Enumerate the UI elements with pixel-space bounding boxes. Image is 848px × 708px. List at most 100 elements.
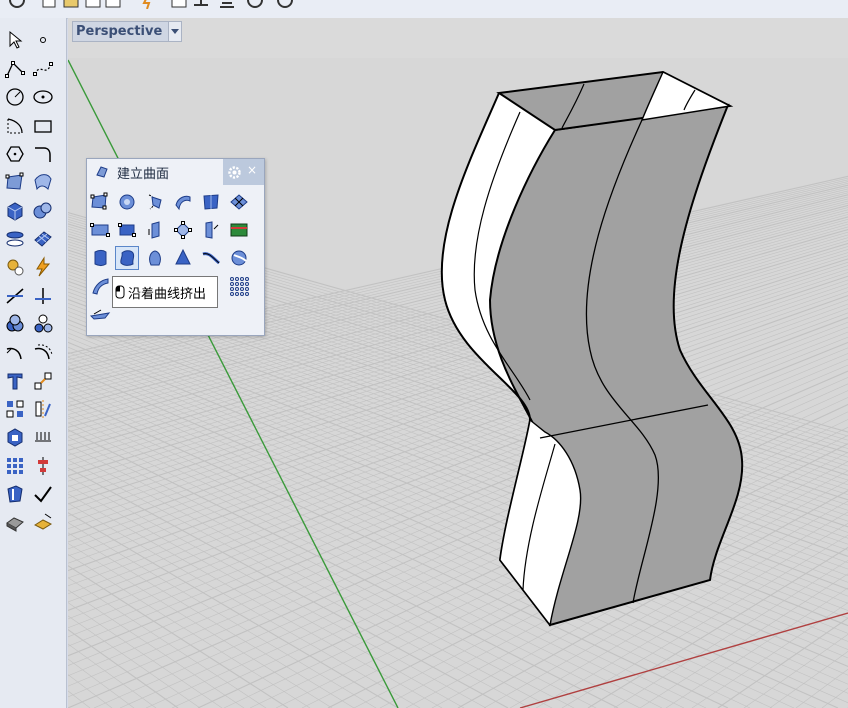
grid-line (68, 502, 421, 708)
rail-revolve-icon[interactable] (199, 246, 223, 270)
rectangle-icon[interactable] (31, 114, 55, 138)
boolean-union-icon[interactable] (3, 312, 27, 336)
sphere-icon[interactable] (31, 199, 55, 223)
edge-surface-icon[interactable] (171, 218, 195, 242)
point-icon[interactable] (31, 28, 55, 52)
split-surface-icon[interactable] (199, 218, 223, 242)
grid-line (68, 303, 848, 587)
rectangle-plane-icon[interactable] (115, 218, 139, 242)
grid-line (68, 331, 848, 638)
array-icon[interactable] (3, 397, 27, 421)
shell-icon[interactable] (3, 482, 27, 506)
render-icon[interactable] (3, 510, 27, 534)
viewport-tab[interactable]: Perspective (72, 21, 183, 42)
dimension-icon[interactable] (31, 425, 55, 449)
grid-line (68, 287, 848, 557)
history-icon[interactable] (8, 0, 26, 9)
panel-tab[interactable]: 建立曲面 (87, 159, 223, 185)
boat-surface-icon[interactable] (88, 302, 112, 326)
grid-line (68, 177, 848, 357)
panel-header[interactable]: 建立曲面 × (87, 159, 264, 185)
copy-icon[interactable] (192, 0, 210, 9)
select-arrow-icon[interactable] (3, 28, 27, 52)
lightning-tool-icon[interactable] (31, 255, 55, 279)
blend-surface-icon[interactable] (88, 274, 112, 298)
surface-patch-icon[interactable] (31, 170, 55, 194)
surface-from-curves-icon[interactable] (88, 218, 112, 242)
save-icon[interactable] (84, 0, 102, 9)
fillet-edge-icon[interactable] (3, 340, 27, 364)
fillet-curve-icon[interactable] (31, 142, 55, 166)
grid-line (68, 258, 848, 505)
print-icon[interactable] (104, 0, 122, 9)
point-grid-icon[interactable] (227, 274, 251, 298)
explode-icon[interactable] (31, 312, 55, 336)
mirror-icon[interactable] (31, 397, 55, 421)
cylinder-icon[interactable] (3, 227, 27, 251)
grid-line (68, 211, 848, 420)
redo-icon[interactable] (276, 0, 294, 9)
undo-icon[interactable] (246, 0, 264, 9)
triangle-down-icon[interactable] (168, 22, 182, 41)
scale-icon[interactable] (31, 369, 55, 393)
check-mark-icon[interactable] (31, 482, 55, 506)
mesh-icon[interactable] (31, 227, 55, 251)
grid-line (68, 202, 848, 403)
extrude-curve-icon[interactable] (143, 218, 167, 242)
drape-icon[interactable] (227, 246, 251, 270)
close-icon[interactable]: × (247, 163, 257, 177)
horizon-haze (68, 18, 848, 58)
x-axis-line (519, 612, 848, 708)
grid-line (68, 299, 848, 579)
planar-surface-icon[interactable] (199, 190, 223, 214)
viewport-scene[interactable] (68, 18, 848, 708)
ellipse-icon[interactable] (31, 85, 55, 109)
curve-from-points-icon[interactable] (31, 57, 55, 81)
polyline-icon[interactable] (3, 57, 27, 81)
grid-line (717, 617, 848, 708)
lightning-icon[interactable] (140, 0, 158, 10)
open-icon[interactable] (62, 0, 80, 9)
grid-line (68, 198, 848, 396)
cone-icon[interactable] (171, 246, 195, 270)
grid-line (68, 294, 848, 572)
new-file-icon[interactable] (40, 0, 58, 9)
arc-icon[interactable] (3, 114, 27, 138)
grid-line (68, 184, 848, 371)
surface-from-corners-icon[interactable] (88, 190, 112, 214)
sphere-surface-icon[interactable] (115, 190, 139, 214)
grid-array-icon[interactable] (3, 454, 27, 478)
grid-line (68, 291, 848, 564)
loft-icon[interactable] (171, 190, 195, 214)
cage-edit-icon[interactable] (3, 425, 27, 449)
network-surface-icon[interactable] (227, 190, 251, 214)
material-icon[interactable] (31, 510, 55, 534)
polygon-icon[interactable] (3, 142, 27, 166)
grid-line (68, 231, 848, 456)
split-icon[interactable] (31, 284, 55, 308)
tooltip: 沿着曲线挤出 (112, 276, 218, 308)
viewport-title[interactable]: Perspective (73, 24, 168, 39)
perspective-viewport[interactable]: Perspective (68, 18, 848, 708)
grid-line (68, 240, 848, 471)
circle-icon[interactable] (3, 85, 27, 109)
grid-line (68, 252, 848, 493)
cut-icon[interactable] (170, 0, 188, 9)
patch-icon[interactable] (227, 218, 251, 242)
box-solid-icon[interactable] (3, 199, 27, 223)
paste-icon[interactable] (218, 0, 236, 9)
top-toolbar (0, 0, 848, 19)
align-icon[interactable] (31, 454, 55, 478)
tooltip-text: 沿着曲线挤出 (128, 286, 207, 302)
grid-line (68, 175, 848, 355)
extrude-along-curve-button[interactable] (115, 246, 139, 270)
sweep-1-rail-icon[interactable] (143, 190, 167, 214)
offset-curve-icon[interactable] (31, 340, 55, 364)
gear-icon[interactable] (227, 165, 242, 180)
gear-transform-icon[interactable] (3, 255, 27, 279)
surface-from-points-icon[interactable] (3, 170, 27, 194)
extrude-surface-icon[interactable] (88, 246, 112, 270)
revolve-icon[interactable] (143, 246, 167, 270)
trim-icon[interactable] (3, 284, 27, 308)
text-icon[interactable] (3, 369, 27, 393)
